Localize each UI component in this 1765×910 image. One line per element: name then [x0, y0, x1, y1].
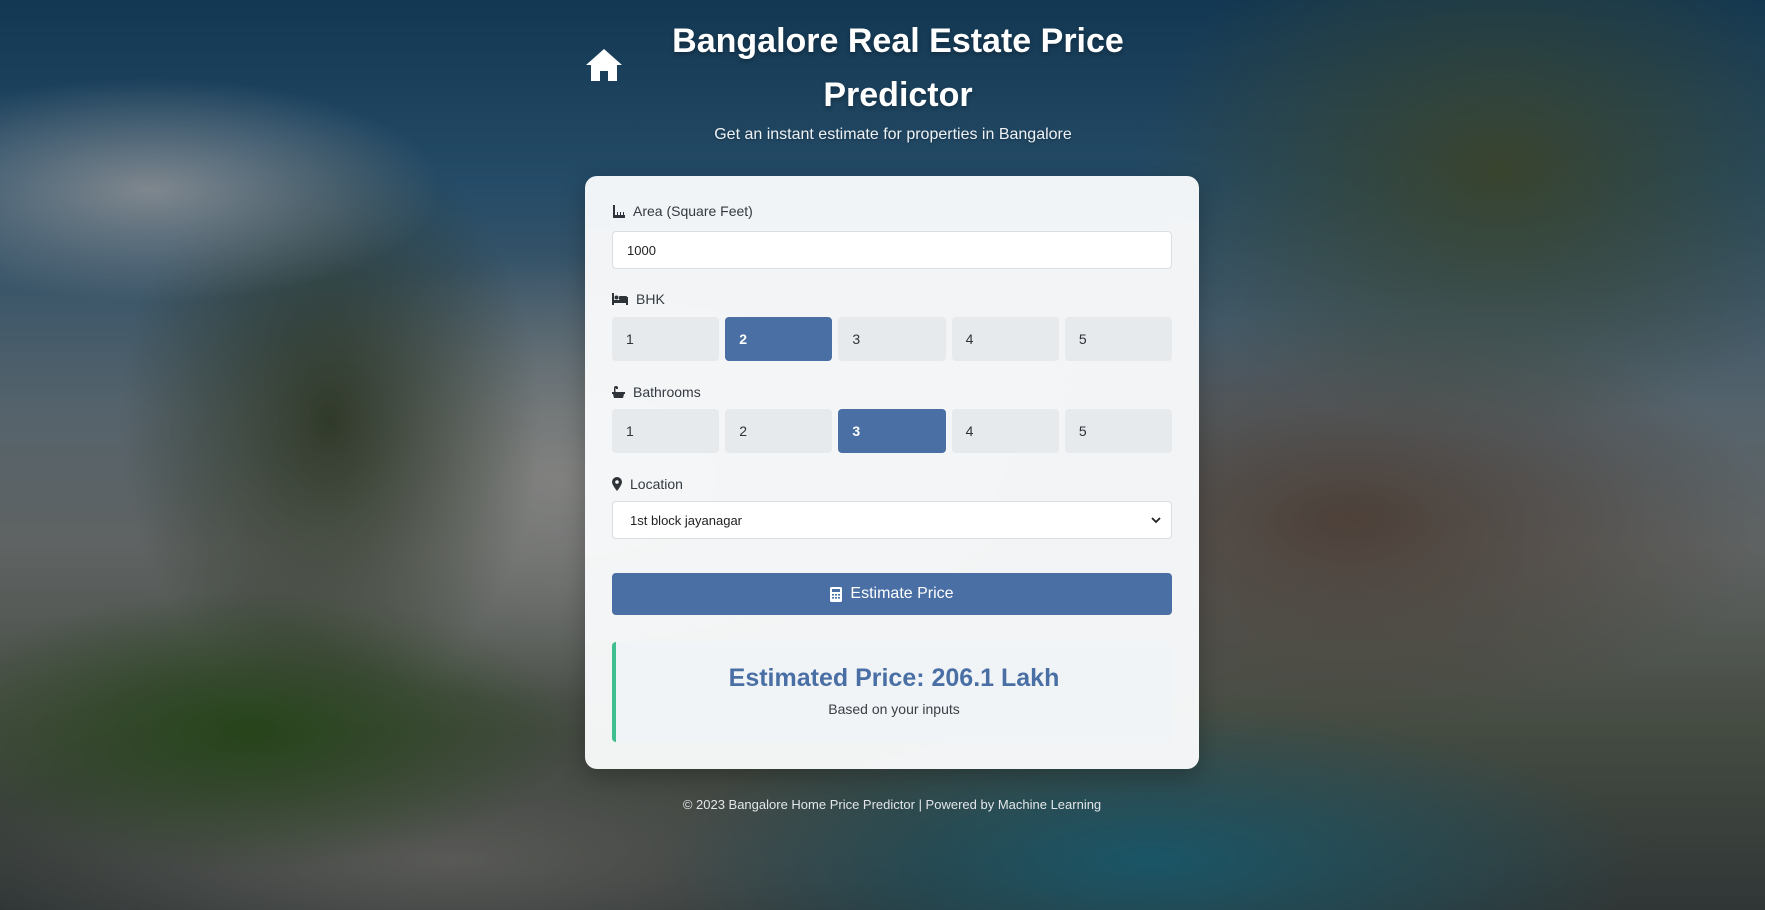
bathrooms-label: Bathrooms: [612, 384, 701, 400]
bathrooms-label-text: Bathrooms: [633, 384, 701, 400]
bhk-label-text: BHK: [636, 291, 665, 307]
location-selected-value: 1st block jayanagar: [630, 512, 743, 528]
map-pin-icon: [612, 477, 622, 491]
bathroom-option-1[interactable]: 1: [612, 409, 720, 453]
bhk-option-5[interactable]: 5: [1064, 317, 1173, 361]
bhk-option-2[interactable]: 2: [725, 317, 833, 361]
prediction-form-card: Area (Square Feet) BHK 1 2 3 4 5: [585, 176, 1199, 769]
bed-icon: [612, 293, 628, 305]
location-select[interactable]: 1st block jayanagar: [612, 501, 1172, 539]
estimated-price: Estimated Price: 206.1 Lakh: [728, 664, 1060, 692]
result-note: Based on your inputs: [828, 701, 960, 717]
area-label: Area (Square Feet): [612, 203, 753, 219]
home-icon: [586, 49, 622, 81]
bhk-options: 1 2 3 4 5: [612, 317, 1173, 361]
chevron-down-icon: [1151, 516, 1161, 523]
location-label-text: Location: [630, 476, 683, 492]
bathroom-option-4[interactable]: 4: [951, 409, 1059, 453]
footer: © 2023 Bangalore Home Price Predictor | …: [682, 797, 1102, 812]
bhk-option-1[interactable]: 1: [612, 317, 720, 361]
area-input[interactable]: [612, 231, 1172, 269]
bhk-label: BHK: [612, 291, 665, 307]
result-panel: Estimated Price: 206.1 Lakh Based on you…: [612, 642, 1172, 742]
bathroom-options: 1 2 3 4 5: [612, 409, 1173, 453]
bathroom-option-3[interactable]: 3: [838, 409, 946, 453]
page: Bangalore Real Estate Price Predictor Ge…: [0, 0, 1765, 910]
estimate-price-button[interactable]: Estimate Price: [612, 573, 1172, 615]
header: Bangalore Real Estate Price Predictor Ge…: [585, 14, 1185, 154]
bath-icon: [612, 385, 625, 398]
page-title: Bangalore Real Estate Price Predictor: [672, 22, 1124, 114]
page-subtitle: Get an instant estimate for properties i…: [714, 126, 1072, 143]
bathroom-option-2[interactable]: 2: [725, 409, 833, 453]
bhk-option-4[interactable]: 4: [951, 317, 1059, 361]
location-label: Location: [612, 476, 683, 492]
calculator-icon: [830, 586, 843, 602]
bathroom-option-5[interactable]: 5: [1064, 409, 1173, 453]
ruler-icon: [613, 204, 625, 218]
bhk-option-3[interactable]: 3: [838, 317, 946, 361]
area-label-text: Area (Square Feet): [633, 203, 753, 219]
estimate-button-label: Estimate Price: [850, 585, 954, 602]
